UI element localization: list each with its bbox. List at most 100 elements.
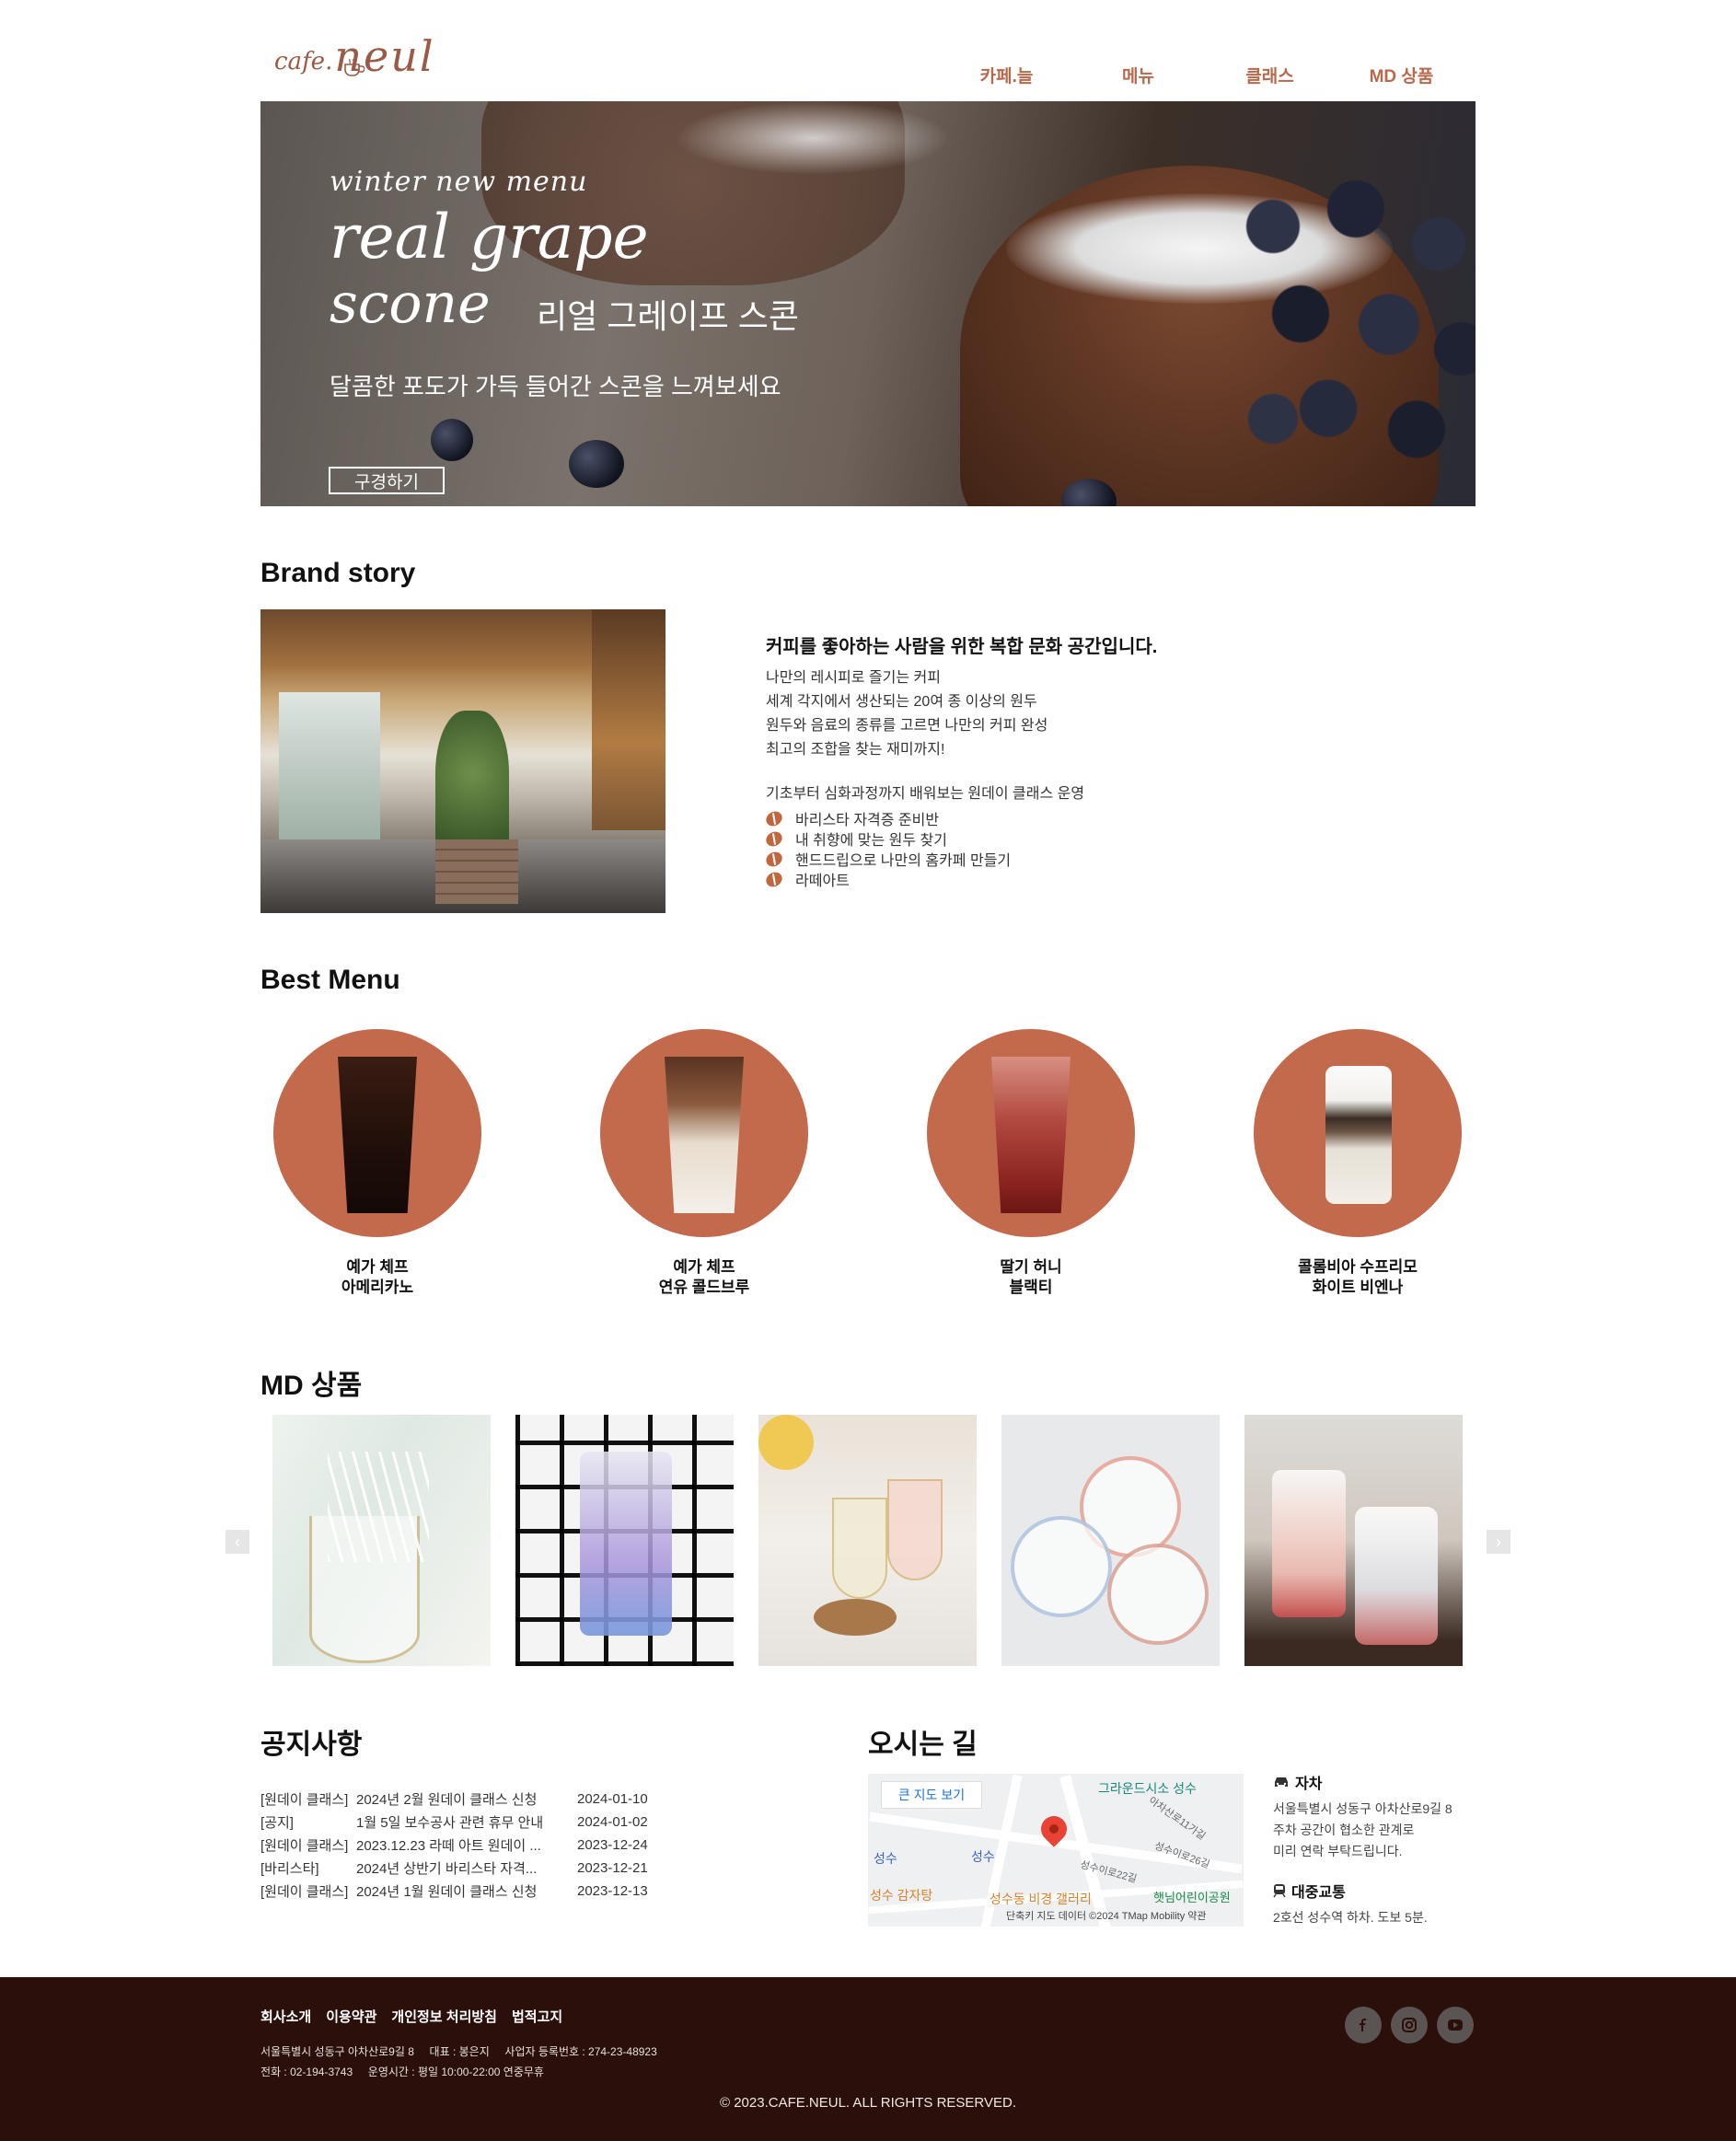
notice-row[interactable]: [원데이 클래스] 2024년 2월 원데이 클래스 신청 2024-01-10 [260, 1788, 739, 1811]
logo-small-text: cafe. [274, 48, 333, 75]
md-product-plates[interactable] [1001, 1415, 1220, 1666]
menu-item-condensed-cold-brew[interactable]: 예가 체프 연유 콜드브루 [600, 1029, 808, 1298]
iced-coffee-cup [338, 1057, 417, 1213]
hero-tagline: winter new menu [330, 166, 588, 198]
glass-shape [887, 1479, 943, 1580]
brand-headline: 커피를 좋아하는 사람을 위한 복합 문화 공간입니다. [766, 637, 1158, 657]
coffee-bean-icon [763, 808, 785, 828]
cafe-interior-image [260, 609, 665, 913]
train-icon [1273, 1884, 1286, 1898]
hero-berry [431, 419, 473, 461]
notice-row[interactable]: [바리스타] 2024년 상반기 바리스타 자격... 2023-12-21 [260, 1857, 739, 1880]
notice-list: [원데이 클래스] 2024년 2월 원데이 클래스 신청 2024-01-10 [… [260, 1788, 739, 1903]
hero-banner: winter new menu real grape scone 리얼 그레이프… [260, 101, 1476, 506]
brand-story-title: Brand story [260, 558, 416, 588]
car-title-text: 자차 [1295, 1776, 1323, 1792]
nav-cafe[interactable]: 카페.늘 [941, 63, 1072, 87]
hero-browse-button[interactable]: 구경하기 [329, 467, 445, 494]
footer-info-line: 전화 : 02-194-3743 운영시간 : 평일 10:00-22:00 연… [260, 2066, 544, 2078]
best-menu-title: Best Menu [260, 965, 400, 995]
glass-shape [580, 1452, 672, 1636]
notice-title-text: 1월 5일 보수공사 관련 휴무 안내 [356, 1815, 544, 1831]
class-item: 핸드드립으로 나만의 홈카페 만들기 [763, 849, 1011, 869]
map-label: 그라운드시소 성수 [1098, 1781, 1197, 1796]
class-list: 바리스타 자격증 준비반 내 취향에 맞는 원두 찾기 핸드드립으로 나만의 홈… [763, 808, 1011, 889]
glass-shape [1272, 1470, 1346, 1617]
transit-description: 2호선 성수역 하차. 도보 5분. [1273, 1910, 1428, 1925]
class-item-label: 라떼아트 [795, 874, 850, 889]
footer-links: 회사소개 이용약관 개인정보 처리방침 법적고지 [260, 2007, 562, 2026]
coffee-bean-icon [763, 828, 785, 849]
notice-category: [원데이 클래스] [260, 1838, 349, 1854]
transit-title-text: 대중교통 [1291, 1885, 1346, 1901]
menu-name-line2: 연유 콜드브루 [658, 1279, 750, 1296]
notice-date: 2023-12-21 [577, 1860, 648, 1876]
nav-class[interactable]: 클래스 [1204, 63, 1336, 87]
md-prev-button[interactable]: ‹ [226, 1530, 249, 1554]
map-label: 성수 [874, 1851, 897, 1866]
glass-shape [832, 1498, 887, 1599]
map-label: 성수 감자탕 [870, 1888, 933, 1903]
footer-info-line: 서울특별시 성동구 아차산로9길 8 대표 : 봉은지 사업자 등록번호 : 2… [260, 2045, 657, 2058]
class-item: 내 취향에 맞는 원두 찾기 [763, 828, 1011, 849]
menu-name-line1: 콜롬비아 수프리모 [1298, 1258, 1418, 1276]
map-large-view-button[interactable]: 큰 지도 보기 [881, 1781, 982, 1809]
md-next-button[interactable]: › [1487, 1530, 1510, 1554]
car-description: 서울특별시 성동구 아차산로9길 8 주차 공간이 협소한 관계로 미리 연락 부탁… [1273, 1799, 1476, 1862]
class-item-label: 내 취향에 맞는 원두 찾기 [795, 833, 947, 849]
notice-row[interactable]: [원데이 클래스] 2023.12.23 라떼 아트 원데이 ... 2023-12… [260, 1834, 739, 1857]
youtube-icon[interactable] [1437, 2007, 1474, 2043]
interior-planter [435, 839, 518, 904]
car-icon [1275, 1777, 1288, 1787]
footer-link-about[interactable]: 회사소개 [260, 2007, 311, 2026]
md-product-goblets[interactable] [758, 1415, 977, 1666]
notice-date: 2024-01-02 [577, 1814, 648, 1830]
md-product-stirrers[interactable] [272, 1415, 491, 1666]
directions-transit: 대중교통 2호선 성수역 하차. 도보 5분. [1273, 1880, 1476, 1928]
hero-subtitle: 달콤한 포도가 가득 들어간 스콘을 느껴보세요 [330, 373, 781, 400]
location-map[interactable]: 큰 지도 보기 그라운드시소 성수 성수 성수 성수 감자탕 성수동 비경 갤러… [868, 1774, 1244, 1927]
car-line: 주차 공간이 협소한 관계로 [1273, 1823, 1415, 1837]
menu-item-americano[interactable]: 예가 체프아메리카노 [273, 1029, 481, 1298]
notice-row[interactable]: [공지] 1월 5일 보수공사 관련 휴무 안내 2024-01-02 [260, 1811, 739, 1834]
md-product-tumbler[interactable] [515, 1415, 734, 1666]
menu-name-line2: 화이트 비엔나 [1312, 1279, 1404, 1296]
notice-category: [원데이 클래스] [260, 1884, 349, 1900]
hero-title-korean: 리얼 그레이프 스콘 [537, 297, 799, 335]
hero-grapes [1218, 156, 1476, 506]
footer-link-legal[interactable]: 법적고지 [512, 2007, 562, 2026]
latte-cup [665, 1057, 744, 1213]
menu-name-line2: 아메리카노 [341, 1279, 414, 1296]
map-label: 성수 [971, 1849, 995, 1864]
footer-link-privacy[interactable]: 개인정보 처리방침 [391, 2007, 497, 2026]
coffee-bean-icon [763, 849, 785, 869]
notice-title-text: 2024년 2월 원데이 클래스 신청 [356, 1792, 538, 1808]
notice-category: [공지] [260, 1815, 294, 1831]
facebook-icon[interactable] [1345, 2007, 1382, 2043]
map-label: 햇님어린이공원 [1153, 1891, 1231, 1904]
menu-name-line1: 예가 체프 [346, 1258, 409, 1276]
stirrer-shapes [328, 1452, 429, 1562]
instagram-icon[interactable] [1391, 2007, 1428, 2043]
md-product-jar-glasses[interactable] [1244, 1415, 1463, 1666]
nav-md[interactable]: MD 상품 [1336, 63, 1467, 87]
class-item: 라떼아트 [763, 869, 1011, 889]
notice-date: 2023-12-13 [577, 1883, 648, 1899]
hero-berry [569, 440, 624, 488]
brand-line: 원두와 음료의 종류를 고르면 나만의 커피 완성 [766, 718, 1048, 734]
vienna-cup [1325, 1066, 1392, 1204]
footer-link-terms[interactable]: 이용약관 [326, 2007, 376, 2026]
menu-name-line2: 블랙티 [1009, 1279, 1053, 1296]
menu-item-strawberry-black-tea[interactable]: 딸기 허니 블랙티 [927, 1029, 1135, 1298]
footer-info: 서울특별시 성동구 아차산로9길 8 대표 : 봉은지 사업자 등록번호 : 2… [260, 2042, 657, 2082]
class-item-label: 바리스타 자격증 준비반 [795, 813, 940, 828]
coaster-shape [814, 1599, 897, 1636]
main-nav: 카페.늘 메뉴 클래스 MD 상품 [941, 63, 1467, 87]
footer: 회사소개 이용약관 개인정보 처리방침 법적고지 서울특별시 성동구 아차산로9… [0, 1977, 1736, 2141]
nav-menu[interactable]: 메뉴 [1072, 63, 1204, 87]
logo[interactable]: cafe. neul [274, 29, 435, 81]
menu-item-white-vienna[interactable]: 콜롬비아 수프리모화이트 비엔나 [1254, 1029, 1462, 1298]
notice-row[interactable]: [원데이 클래스] 2024년 1월 원데이 클래스 신청 2023-12-13 [260, 1880, 739, 1903]
notice-category: [원데이 클래스] [260, 1792, 349, 1808]
notice-title-text: 2024년 상반기 바리스타 자격... [356, 1861, 538, 1877]
